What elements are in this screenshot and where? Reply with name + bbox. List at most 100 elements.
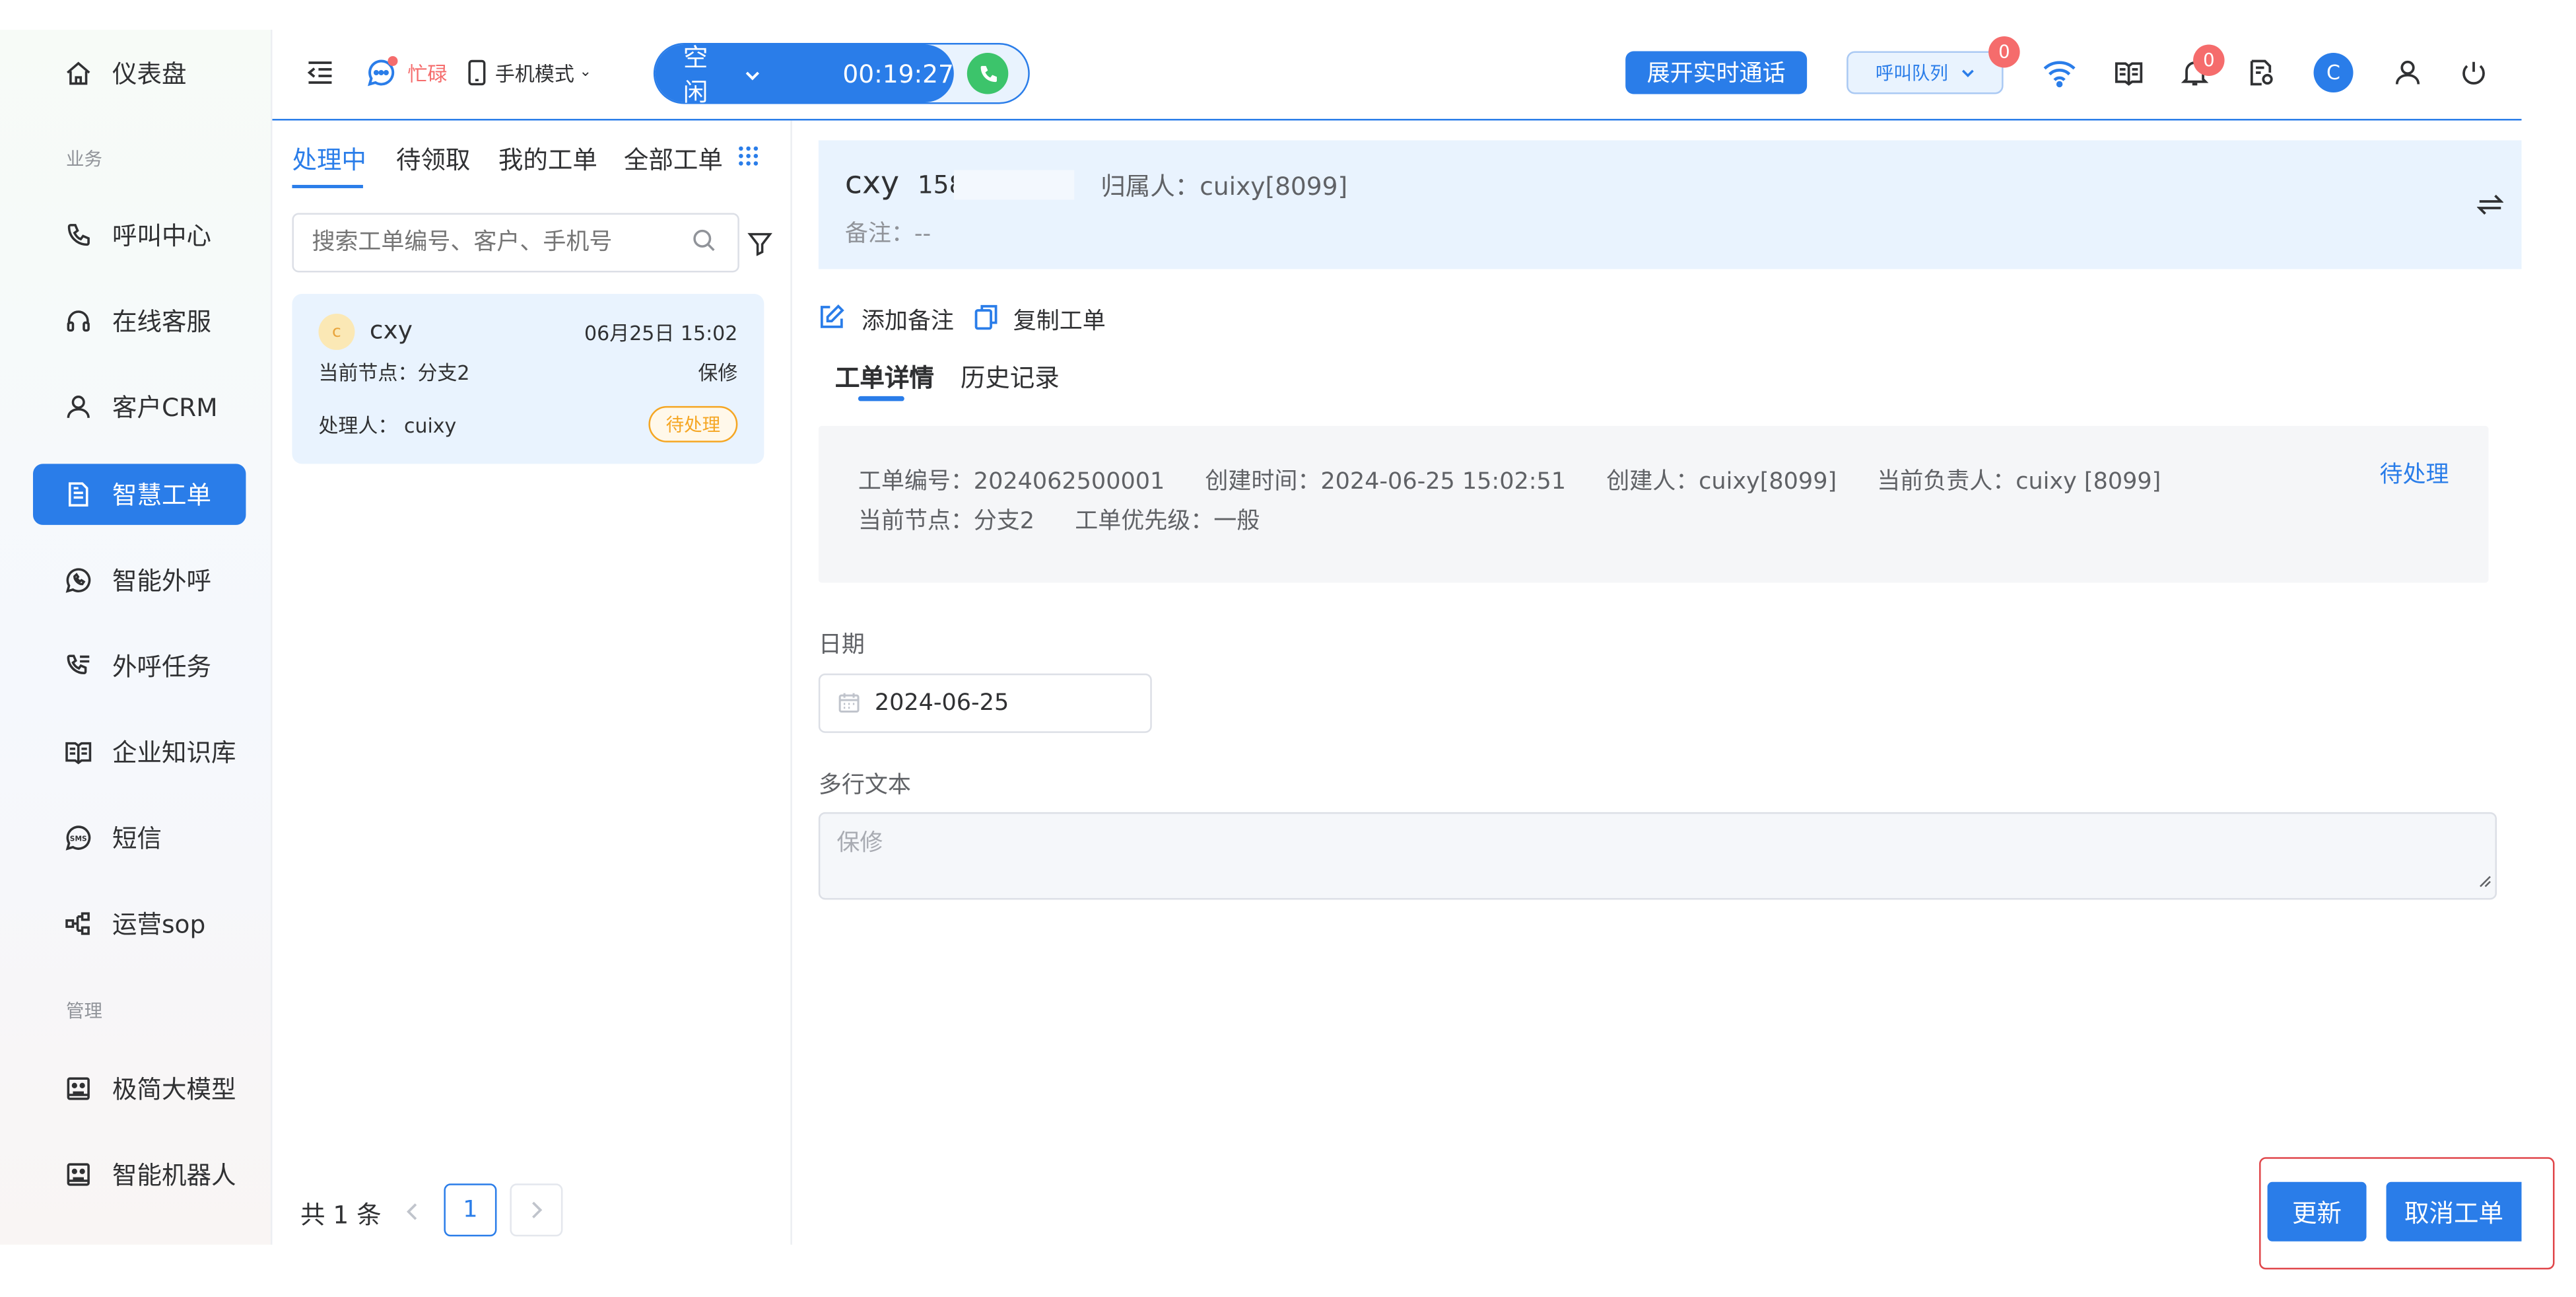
date-picker[interactable]: 2024-06-25 (818, 673, 1152, 733)
sidebar-item-label: 外呼任务 (112, 652, 211, 682)
card-node: 当前节点：分支2 (318, 361, 470, 385)
tab-order-detail[interactable]: 工单详情 (835, 360, 934, 394)
book-icon[interactable] (2113, 56, 2146, 89)
update-button[interactable]: 更新 (2267, 1181, 2367, 1242)
status-label: 空闲 (683, 42, 708, 107)
call-timer: 00:19:27 (842, 58, 954, 88)
customer-header (818, 140, 2522, 269)
customer-owner: 归属人：cuixy[8099] (1101, 171, 1348, 201)
sidebar-item-label: 仪表盘 (112, 59, 187, 89)
queue-label: 呼叫队列 (1875, 62, 1948, 85)
user-icon[interactable] (2391, 56, 2424, 89)
busy-label: 忙碌 (407, 61, 448, 85)
sidebar-item-smart-ticket[interactable]: 智慧工单 (32, 464, 246, 525)
phone-mode-dropdown[interactable]: 手机模式 ⌄ (467, 54, 592, 90)
grid-dots-icon[interactable] (736, 143, 759, 166)
search-icon[interactable] (691, 227, 716, 258)
tab-history[interactable]: 历史记录 (961, 360, 1060, 394)
notify-badge: 0 (2193, 44, 2225, 76)
order-info-line1: 工单编号：2024062500001 创建时间：2024-06-25 15:02… (858, 464, 2161, 497)
sidebar-item-llm[interactable]: 极简大模型 (33, 1058, 246, 1119)
sidebar-item-crm[interactable]: 客户CRM (33, 376, 246, 437)
tab-processing[interactable]: 处理中 (292, 142, 366, 176)
sidebar-item-label: 智能机器人 (112, 1160, 236, 1191)
tab-all-tickets[interactable]: 全部工单 (624, 142, 723, 176)
section-management: 管理 (65, 1000, 102, 1022)
svg-text:SMS: SMS (70, 834, 87, 843)
search-input[interactable] (312, 229, 675, 256)
book-icon (65, 742, 92, 765)
swap-icon[interactable] (2476, 192, 2505, 218)
date-label: 日期 (818, 632, 865, 659)
avatar[interactable]: C (2313, 52, 2354, 92)
edit-icon (819, 304, 845, 337)
sidebar-item-label: 极简大模型 (112, 1074, 236, 1105)
priority: 工单优先级：一般 (1075, 508, 1260, 535)
add-remark-button[interactable]: 添加备注 (819, 304, 954, 337)
order-number: 工单编号：2024062500001 (858, 468, 1165, 495)
customer-remark: 备注：-- (844, 221, 932, 248)
busy-status[interactable]: 忙碌 (364, 53, 447, 92)
assignee: 当前负责人：cuixy [8099] (1877, 468, 2161, 495)
sidebar-item-sop[interactable]: 运营sop (33, 893, 246, 954)
status-badge: 待处理 (648, 405, 738, 442)
sidebar-item-outbound-task[interactable]: 外呼任务 (33, 635, 246, 696)
multiline-textarea[interactable]: 保修 (818, 812, 2497, 900)
flow-icon (65, 912, 90, 935)
power-icon[interactable] (2457, 56, 2490, 89)
copy-order-button[interactable]: 复制工单 (974, 304, 1106, 337)
cancel-order-button[interactable]: 取消工单 (2386, 1181, 2522, 1242)
card-time: 06月25日 15:02 (584, 322, 738, 345)
ticket-card[interactable]: c cxy 06月25日 15:02 当前节点：分支2 保修 处理人： cuix… (292, 293, 764, 464)
sms-icon: SMS (65, 825, 91, 851)
tab-underline (292, 184, 363, 188)
sidebar-item-smart-outbound[interactable]: 智能外呼 (33, 549, 246, 610)
copy-order-label: 复制工单 (1013, 308, 1106, 335)
card-customer-name: cxy (369, 315, 413, 345)
user-icon (67, 396, 90, 418)
sidebar-item-robot[interactable]: 智能机器人 (33, 1144, 246, 1205)
tab-my-tickets[interactable]: 我的工单 (498, 142, 597, 176)
order-info-line2: 当前节点：分支2 工单优先级：一般 (858, 503, 1260, 536)
search-field[interactable] (292, 213, 739, 273)
mobile-icon (467, 59, 487, 86)
chevron-down-icon (1959, 62, 1974, 83)
sidebar-item-online-service[interactable]: 在线客服 (33, 291, 246, 351)
copy-icon (974, 304, 998, 337)
sidebar-item-label: 智能外呼 (112, 566, 211, 596)
total-count: 共 1 条 (300, 1200, 382, 1230)
collapse-menu-icon[interactable] (305, 57, 335, 87)
add-remark-label: 添加备注 (861, 308, 954, 335)
customer-name: cxy (844, 164, 900, 201)
whatsapp-phone-icon (65, 568, 91, 593)
call-queue-dropdown[interactable]: 呼叫队列 (1847, 51, 2004, 94)
expand-call-button[interactable]: 展开实时通话 (1625, 51, 1808, 94)
tab-to-claim[interactable]: 待领取 (396, 142, 471, 176)
sidebar-item-call-center[interactable]: 呼叫中心 (33, 205, 246, 265)
home-icon (67, 61, 90, 85)
report-icon[interactable] (2245, 56, 2278, 89)
ticket-list-panel (272, 120, 792, 1245)
order-status: 待处理 (2379, 462, 2449, 489)
sidebar-item-knowledge-base[interactable]: 企业知识库 (33, 721, 246, 782)
chevron-left-icon[interactable] (403, 1200, 423, 1223)
filter-icon[interactable] (746, 229, 772, 256)
resize-handle-icon[interactable] (2479, 868, 2492, 895)
sidebar-item-label: 智慧工单 (112, 480, 211, 510)
calendar-icon (838, 687, 860, 719)
card-handler: 处理人： cuixy (318, 414, 457, 438)
robot-icon (67, 1077, 90, 1100)
phone-mask (953, 170, 1075, 200)
status-dropdown[interactable]: 空闲 00:19:27 (655, 42, 954, 106)
phone-icon (67, 224, 90, 246)
sidebar-item-label: 运营sop (112, 909, 206, 940)
call-phone-button[interactable] (966, 52, 1009, 94)
page-number[interactable]: 1 (444, 1183, 497, 1237)
card-type: 保修 (698, 361, 738, 385)
sidebar-item-sms[interactable]: SMS 短信 (33, 807, 246, 868)
document-icon (68, 482, 88, 507)
chevron-right-icon[interactable] (510, 1183, 563, 1237)
textarea-value: 保修 (836, 830, 883, 857)
sidebar-item-dashboard[interactable]: 仪表盘 (33, 43, 246, 104)
detail-tab-underline (858, 396, 904, 402)
